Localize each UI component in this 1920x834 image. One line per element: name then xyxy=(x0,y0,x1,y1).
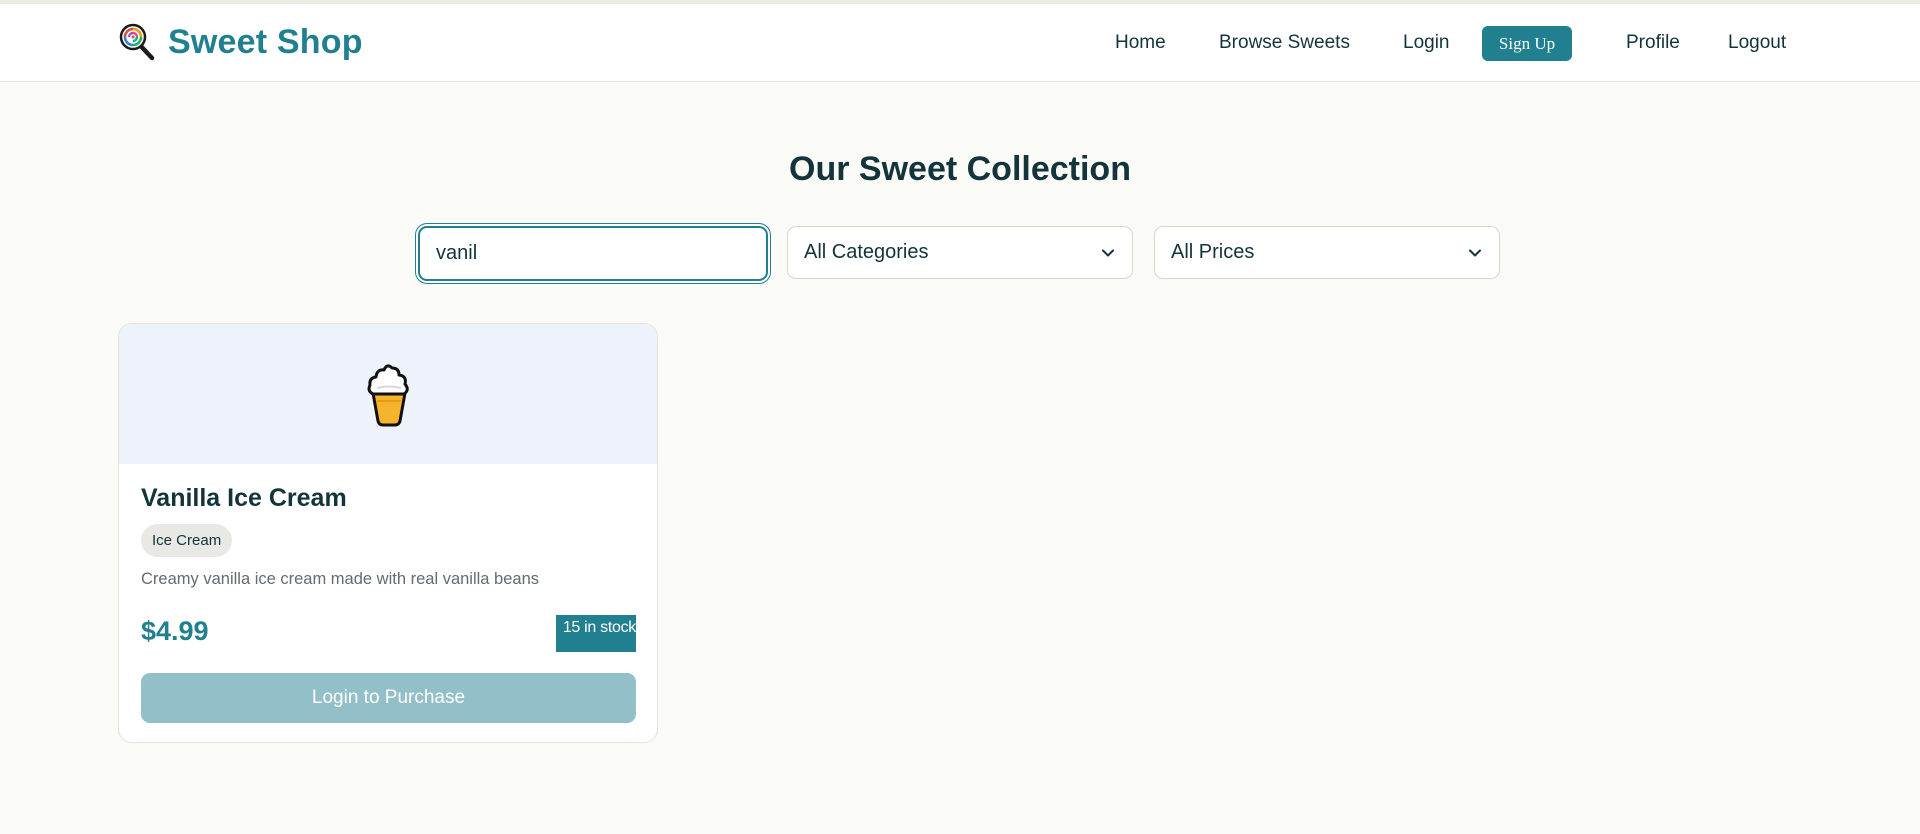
navbar: Sweet Shop Home Browse Sweets Login Sign… xyxy=(0,4,1920,82)
price-select-value: All Prices xyxy=(1171,241,1255,263)
chevron-down-icon xyxy=(1102,249,1114,256)
stock-badge: 15 in stock xyxy=(556,615,636,652)
product-image xyxy=(119,324,657,464)
brand-name: Sweet Shop xyxy=(168,22,363,61)
category-select[interactable]: All Categories xyxy=(787,226,1133,279)
category-select-value: All Categories xyxy=(804,241,929,263)
ice-cream-icon xyxy=(367,364,409,427)
nav-profile[interactable]: Profile xyxy=(1626,30,1680,56)
brand-logo[interactable]: Sweet Shop xyxy=(118,20,363,64)
product-price: $4.99 xyxy=(141,616,209,646)
chevron-down-icon xyxy=(1469,249,1481,256)
product-card: Vanilla Ice Cream Ice Cream Creamy vanil… xyxy=(118,323,658,743)
page-title: Our Sweet Collection xyxy=(789,150,1131,188)
login-to-purchase-button[interactable]: Login to Purchase xyxy=(141,673,636,723)
nav-home[interactable]: Home xyxy=(1115,30,1166,56)
price-select[interactable]: All Prices xyxy=(1154,226,1500,279)
lollipop-icon xyxy=(119,23,155,61)
product-description: Creamy vanilla ice cream made with real … xyxy=(141,570,540,588)
search-input[interactable] xyxy=(418,226,768,281)
nav-logout[interactable]: Logout xyxy=(1728,30,1786,56)
signup-button[interactable]: Sign Up xyxy=(1482,26,1572,61)
category-badge: Ice Cream xyxy=(141,524,233,557)
product-name: Vanilla Ice Cream xyxy=(141,484,347,512)
nav-login[interactable]: Login xyxy=(1403,30,1450,56)
nav-browse-sweets[interactable]: Browse Sweets xyxy=(1219,30,1350,56)
